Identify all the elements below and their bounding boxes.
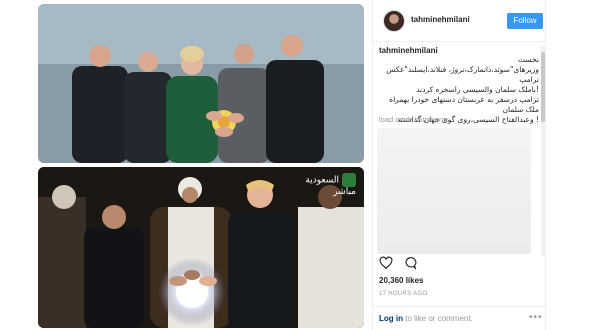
caption-line: وزیرهای"سوئد،دانمارک،نروژ، فنلاند،ایسلند… — [386, 65, 539, 84]
caption-username[interactable]: tahminehmilani — [379, 46, 539, 55]
caption-line: !باملک سلمان والسیسی راسخره کردند — [416, 85, 539, 94]
avatar[interactable] — [383, 10, 405, 32]
post-footer: Log in to like or comment. ••• — [373, 306, 547, 330]
login-prompt: Log in to like or comment. — [379, 314, 473, 323]
post-username[interactable]: tahminehmilani — [411, 15, 470, 24]
tv-channel-logo: السعودية مباشر — [305, 173, 356, 197]
caption-line: ترامپ درسفر به عربستان دستهای خودرا بهمر… — [389, 95, 539, 114]
post-image-bottom[interactable]: السعودية مباشر — [38, 167, 364, 328]
login-link[interactable]: Log in — [379, 314, 403, 323]
action-bar — [379, 256, 539, 270]
comments-area — [377, 128, 531, 254]
likes-count[interactable]: 20,360 likes — [379, 276, 423, 285]
post-side-panel: tahminehmilani Follow tahminehmilani نخس… — [372, 0, 547, 330]
channel-seal-icon — [342, 173, 356, 187]
caption-block: tahminehmilani نخست وزیرهای"سوئد،دانمارک… — [379, 46, 539, 125]
comment-icon[interactable] — [403, 256, 417, 270]
tv-channel-name: السعودية — [305, 175, 339, 186]
scrollbar-thumb[interactable] — [541, 52, 545, 122]
post-image-top[interactable] — [38, 4, 364, 163]
follow-button[interactable]: Follow — [507, 13, 543, 29]
post-timestamp: 17 HOURS AGO — [379, 291, 428, 297]
login-prompt-text: to like or comment. — [405, 314, 473, 323]
post-header: tahminehmilani Follow — [373, 0, 547, 42]
tv-live-label: مباشر — [333, 187, 356, 197]
caption-line: نخست — [518, 55, 539, 64]
heart-icon[interactable] — [379, 256, 393, 270]
more-options-icon[interactable]: ••• — [529, 312, 543, 323]
leaders-photo-illustration — [38, 4, 364, 163]
load-more-comments-link[interactable]: load more comments — [379, 115, 449, 124]
